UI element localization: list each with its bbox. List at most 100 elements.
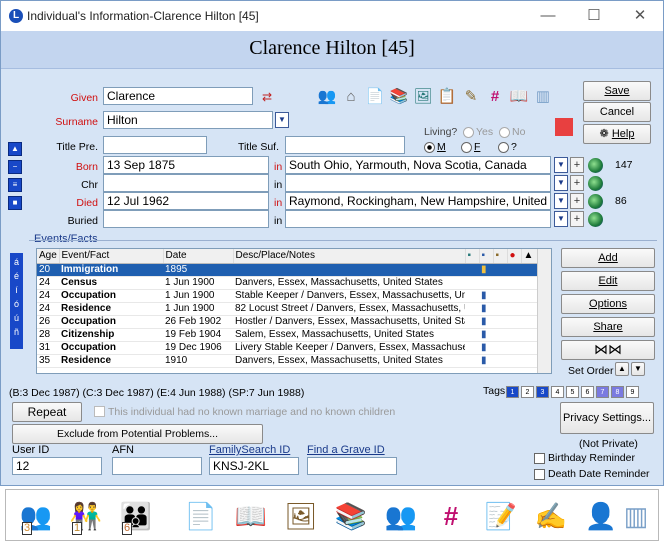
relatives-icon[interactable]: 👥 xyxy=(317,87,337,107)
born-date-input[interactable]: 13 Sep 1875 xyxy=(103,156,269,174)
no-marriage-checkbox[interactable] xyxy=(94,406,105,417)
chr-add-button[interactable]: + xyxy=(570,175,584,191)
born-place-input[interactable]: South Ohio, Yarmouth, Nova Scotia, Canad… xyxy=(285,156,551,174)
statistics-icon[interactable]: ▥ xyxy=(616,496,656,536)
table-row[interactable]: 24 Residence 1 Jun 1900 82 Locust Street… xyxy=(37,302,539,316)
buried-date-input[interactable] xyxy=(103,210,269,228)
col-date[interactable]: Date xyxy=(163,249,234,264)
col-desc[interactable]: Desc/Place/Notes xyxy=(233,249,466,264)
special-char-i[interactable]: í xyxy=(10,283,23,297)
find-a-grave-id-input[interactable] xyxy=(307,457,397,475)
special-char-o[interactable]: ó xyxy=(10,297,23,311)
special-char-n[interactable]: ñ xyxy=(10,325,23,339)
events-table[interactable]: Age Event/Fact Date Desc/Place/Notes ▪ ▪… xyxy=(36,248,552,374)
died-place-dropdown[interactable]: ▼ xyxy=(554,193,568,209)
person-icon[interactable]: 👤 xyxy=(581,496,621,536)
table-row[interactable]: 20 Immigration 1895 ▮ xyxy=(37,263,539,277)
research-icon[interactable]: ✍ xyxy=(531,496,571,536)
special-char-e[interactable]: é xyxy=(10,269,23,283)
death-reminder-checkbox[interactable] xyxy=(534,469,545,480)
born-add-button[interactable]: + xyxy=(570,157,584,173)
title-pre-input[interactable] xyxy=(103,136,207,154)
tag-8[interactable]: 8 xyxy=(611,386,624,398)
add-event-button[interactable]: Add xyxy=(561,248,655,268)
save-button[interactable]: Save xyxy=(583,81,651,101)
chr-date-input[interactable] xyxy=(103,174,269,192)
privacy-settings-button[interactable]: Privacy Settings... xyxy=(560,402,654,434)
nav-up-button[interactable]: ▲ xyxy=(8,142,22,156)
chart-icon[interactable]: ▥ xyxy=(533,87,553,107)
chr-place-dropdown[interactable]: ▼ xyxy=(554,175,568,191)
find-a-grave-id-link[interactable]: Find a Grave ID xyxy=(307,444,385,456)
tag-7[interactable]: 7 xyxy=(596,386,609,398)
buried-globe-icon[interactable] xyxy=(588,212,603,227)
table-row[interactable]: 31 Occupation 19 Dec 1906 Livery Stable … xyxy=(37,341,539,355)
buried-add-button[interactable]: + xyxy=(570,211,584,227)
set-order-up-button[interactable]: ▲ xyxy=(615,362,629,376)
spouses-icon[interactable]: 👫 1 xyxy=(66,496,106,536)
book-icon[interactable]: 📖 xyxy=(509,87,529,107)
tag-4[interactable]: 4 xyxy=(551,386,564,398)
sex-female-radio[interactable] xyxy=(461,142,472,153)
parents-icon[interactable]: 👥 3 xyxy=(16,496,56,536)
tasks-icon[interactable]: 📝 xyxy=(481,496,521,536)
picture-icon[interactable]: 🖼 xyxy=(281,496,321,536)
address-icon[interactable]: ⌂ xyxy=(341,87,361,107)
tag-3[interactable]: 3 xyxy=(536,386,549,398)
hashtag-icon[interactable]: # xyxy=(485,87,505,107)
sources-icon[interactable]: 📚 xyxy=(389,87,409,107)
living-no-radio[interactable] xyxy=(499,127,510,138)
maximize-button[interactable]: ☐ xyxy=(574,5,614,27)
birthday-reminder-checkbox[interactable] xyxy=(534,453,545,464)
died-place-input[interactable]: Raymond, Rockingham, New Hampshire, Unit… xyxy=(285,192,551,210)
buried-place-dropdown[interactable]: ▼ xyxy=(554,211,568,227)
help-button[interactable]: ❁ Help xyxy=(583,124,651,144)
col-event[interactable]: Event/Fact xyxy=(59,249,164,264)
exclude-problems-button[interactable]: Exclude from Potential Problems... xyxy=(12,424,263,444)
special-char-a[interactable]: á xyxy=(10,255,23,269)
nav-stop-button[interactable]: ■ xyxy=(8,196,22,210)
col-age[interactable]: Age xyxy=(37,249,60,264)
sex-unknown-radio[interactable] xyxy=(498,142,509,153)
tag-1[interactable]: 1 xyxy=(506,386,519,398)
died-add-button[interactable]: + xyxy=(570,193,584,209)
buried-place-input[interactable] xyxy=(285,210,551,228)
swap-names-icon[interactable]: ⇄ xyxy=(257,87,277,107)
surname-dropdown-button[interactable]: ▼ xyxy=(275,112,289,128)
afn-input[interactable] xyxy=(112,457,202,475)
set-order-down-button[interactable]: ▼ xyxy=(631,362,645,376)
tag-6[interactable]: 6 xyxy=(581,386,594,398)
repeat-button[interactable]: Repeat xyxy=(12,402,82,422)
given-name-input[interactable]: Clarence xyxy=(103,87,253,105)
associates-icon[interactable]: 👥 xyxy=(381,496,421,536)
close-button[interactable]: ✕ xyxy=(620,5,660,27)
title-suf-input[interactable] xyxy=(285,136,405,154)
options-button[interactable]: Options xyxy=(561,294,655,314)
special-characters-bar[interactable]: á é í ó ú ñ xyxy=(10,253,23,349)
living-yes-radio[interactable] xyxy=(463,127,474,138)
table-row[interactable]: 24 Census 1 Jun 1900 Danvers, Essex, Mas… xyxy=(37,276,539,290)
dna-button[interactable]: ⋈⋈ xyxy=(561,340,655,360)
chr-globe-icon[interactable] xyxy=(588,176,603,191)
library-icon[interactable]: 📚 xyxy=(331,496,371,536)
nav-list-button[interactable]: ≡ xyxy=(8,178,22,192)
table-row[interactable]: 24 Occupation 1 Jun 1900 Stable Keeper /… xyxy=(37,289,539,303)
cancel-button[interactable]: Cancel xyxy=(583,102,651,122)
special-char-u[interactable]: ú xyxy=(10,311,23,325)
events-scrollbar[interactable] xyxy=(537,249,551,373)
edit-event-button[interactable]: Edit xyxy=(561,271,655,291)
hashtags-icon[interactable]: # xyxy=(431,496,471,536)
media-icon[interactable]: 🖼 xyxy=(413,87,433,107)
chr-place-input[interactable] xyxy=(285,174,551,192)
table-row[interactable]: 26 Occupation 26 Feb 1902 Hostler / Danv… xyxy=(37,315,539,329)
familysearch-id-link[interactable]: FamilySearch ID xyxy=(209,444,290,456)
born-place-dropdown[interactable]: ▼ xyxy=(554,157,568,173)
table-row[interactable]: 28 Citizenship 19 Feb 1904 Salem, Essex,… xyxy=(37,328,539,342)
sex-male-radio[interactable] xyxy=(424,142,435,153)
surname-input[interactable]: Hilton xyxy=(103,111,273,129)
todo-icon[interactable]: 📋 xyxy=(437,87,457,107)
tag-5[interactable]: 5 xyxy=(566,386,579,398)
tag-9[interactable]: 9 xyxy=(626,386,639,398)
sources-book-icon[interactable]: 📖 xyxy=(231,496,271,536)
children-icon[interactable]: 👪 6 xyxy=(116,496,156,536)
